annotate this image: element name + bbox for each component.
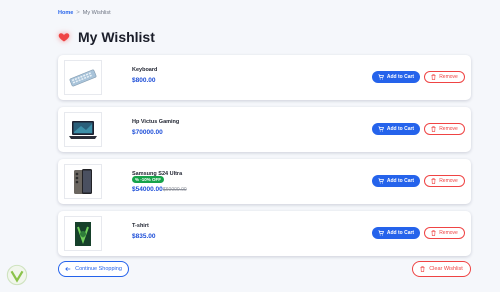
add-to-cart-label: Add to Cart [386,230,415,236]
add-to-cart-button[interactable]: Add to Cart [372,71,420,83]
brand-logo-icon [6,264,28,286]
laptop-image[interactable] [64,112,102,147]
item-name[interactable]: Hp Victus Gaming [132,119,179,125]
breadcrumb-home-link[interactable]: Home [58,10,73,16]
cart-icon [378,178,384,184]
remove-label: Remove [439,178,458,184]
wishlist-item: Hp Victus Gaming $70000.00 Add to Cart R… [58,107,471,152]
item-name[interactable]: T-shirt [132,223,149,229]
wishlist-item: T-shirt $835.00 Add to Cart Remove [58,211,471,256]
add-to-cart-label: Add to Cart [386,74,415,80]
heart-icon [58,33,70,42]
continue-shopping-label: Continue Shopping [75,266,122,272]
arrow-left-icon [65,266,71,272]
item-price: $70000.00 [132,129,163,136]
breadcrumb-separator: > [76,10,80,16]
trash-icon [431,178,436,184]
cart-icon [378,126,384,132]
remove-label: Remove [439,74,458,80]
trash-icon [420,266,425,272]
remove-label: Remove [439,126,458,132]
trash-icon [431,230,436,236]
breadcrumb-current: My Wishlist [82,10,111,16]
remove-button[interactable]: Remove [424,175,465,187]
add-to-cart-label: Add to Cart [386,178,415,184]
cart-icon [378,230,384,236]
add-to-cart-button[interactable]: Add to Cart [372,175,420,187]
wishlist-item: Keyboard $800.00 Add to Cart Remove [58,55,471,100]
discount-badge: % -10% OFF [132,176,165,183]
add-to-cart-button[interactable]: Add to Cart [372,123,420,135]
page-header: My Wishlist [58,29,155,45]
item-price: $800.00 [132,77,156,84]
remove-label: Remove [439,230,458,236]
add-to-cart-button[interactable]: Add to Cart [372,227,420,239]
clear-wishlist-button[interactable]: Clear Wishlist [412,261,471,277]
continue-shopping-button[interactable]: Continue Shopping [58,261,129,277]
clear-wishlist-label: Clear Wishlist [429,266,463,272]
cart-icon [378,74,384,80]
item-name[interactable]: Keyboard [132,67,157,73]
remove-button[interactable]: Remove [424,123,465,135]
tshirt-image[interactable] [64,216,102,251]
item-price: $835.00 [132,233,156,240]
remove-button[interactable]: Remove [424,227,465,239]
wishlist-item: Samsung S24 Ultra % -10% OFF $54000.00 $… [58,159,471,204]
trash-icon [431,74,436,80]
breadcrumb: Home > My Wishlist [58,10,111,16]
page-title: My Wishlist [78,29,155,45]
item-old-price: $60000.00 [163,187,187,193]
phone-image[interactable] [64,164,102,199]
keyboard-image[interactable] [64,60,102,95]
remove-button[interactable]: Remove [424,71,465,83]
item-price: $54000.00 [132,186,163,193]
add-to-cart-label: Add to Cart [386,126,415,132]
trash-icon [431,126,436,132]
